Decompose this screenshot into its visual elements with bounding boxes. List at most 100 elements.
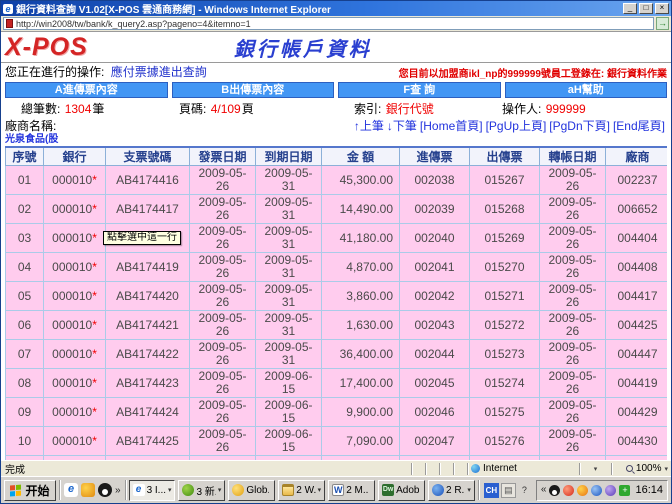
total-count-suffix: 筆	[92, 102, 104, 116]
status-bar: 完成 Internet ▾ 100% ▾	[1, 460, 671, 476]
login-info: 您目前以加盟商ikl_np的999999號員工登錄在: 銀行資料作業	[399, 65, 667, 80]
cell-check-number: AB4174423	[106, 369, 190, 398]
zoom-control[interactable]: 100% ▾	[611, 463, 671, 475]
status-segment	[439, 463, 453, 475]
taskbar-button-label: Glob...	[246, 485, 269, 496]
table-row[interactable]: 07 000010* AB4174422 2009-05-26 2009-05-…	[6, 340, 668, 369]
cell-bank: 000010*	[44, 195, 106, 224]
taskbar-window-button[interactable]: 2 W... ▾	[278, 480, 325, 501]
column-header: 進傳票	[400, 147, 470, 166]
taskbar-window-button[interactable]: 2 M...	[328, 480, 375, 501]
nav-link[interactable]: ↑上筆	[354, 117, 384, 134]
table-row[interactable]: 08 000010* AB4174423 2009-05-26 2009-06-…	[6, 369, 668, 398]
table-row[interactable]: 10 000010* AB4174425 2009-05-26 2009-06-…	[6, 427, 668, 456]
tab-button[interactable]: F查 詢	[338, 82, 501, 98]
bank-mark: *	[92, 173, 97, 187]
messenger-quicklaunch-icon[interactable]	[81, 483, 95, 497]
column-header: 發票日期	[190, 147, 256, 166]
tab-button[interactable]: A進傳票內容	[5, 82, 168, 98]
cell-voucher-out: 015272	[470, 311, 540, 340]
tray-alert-icon[interactable]	[563, 485, 574, 496]
taskbar-button-label: 3 I...	[147, 485, 166, 496]
cell-check-number: AB4174422	[106, 340, 190, 369]
table-row[interactable]: 02 000010* AB4174417 2009-05-26 2009-05-…	[6, 195, 668, 224]
taskbar-group-arrow-icon: ▾	[467, 486, 471, 494]
column-header: 金 額	[322, 147, 400, 166]
cell-bank: 000010*	[44, 311, 106, 340]
cell-due-date: 2009-05-31	[256, 195, 322, 224]
tray-expand-icon[interactable]: «	[541, 485, 547, 495]
nav-link[interactable]: ↓下筆	[387, 117, 417, 134]
cell-transfer-date: 2009-05-26	[540, 224, 606, 253]
keyboard-icon[interactable]: ▤	[501, 483, 516, 498]
taskbar-button-label: 2 M...	[346, 485, 369, 496]
taskbar-group-arrow-icon: ▾	[168, 486, 172, 494]
cell-amount: 36,400.00	[322, 340, 400, 369]
taskbar-window-button[interactable]: 3 新... ▾	[178, 480, 225, 501]
table-row[interactable]: 06 000010* AB4174421 2009-05-26 2009-05-…	[6, 311, 668, 340]
address-input[interactable]: http://win2008/tw/bank/k_query2.asp?page…	[3, 17, 654, 30]
cell-vendor: 004417	[606, 282, 668, 311]
tray-volume-icon[interactable]	[605, 485, 616, 496]
table-row[interactable]: 09 000010* AB4174424 2009-05-26 2009-06-…	[6, 398, 668, 427]
bank-code: 000010	[52, 376, 92, 390]
cell-seq: 10	[6, 427, 44, 456]
nav-link[interactable]: [PgUp上頁]	[486, 117, 547, 134]
cell-seq: 08	[6, 369, 44, 398]
cell-amount: 1,630.00	[322, 311, 400, 340]
language-help-icon[interactable]: ?	[518, 483, 531, 498]
cell-voucher-in: 002041	[400, 253, 470, 282]
tab-button[interactable]: B出傳票內容	[172, 82, 335, 98]
caret-icon: ▾	[594, 465, 598, 473]
taskbar-window-button[interactable]: Glob...	[228, 480, 275, 501]
taskbar-window-button[interactable]: 2 R... ▾	[428, 480, 475, 501]
bank-mark: *	[92, 289, 97, 303]
cell-vendor: 004447	[606, 340, 668, 369]
table-row-partial[interactable]: 2009-05- 2009-06- 2009-05-	[6, 456, 668, 461]
tray-health-icon[interactable]	[619, 485, 630, 496]
qq-quicklaunch-icon[interactable]	[98, 483, 112, 497]
go-button-icon[interactable]: →	[656, 17, 669, 30]
page-header: X-POS 銀行帳戶資料	[5, 32, 667, 62]
cell-issue-date: 2009-05-26	[190, 166, 256, 195]
bank-code: 000010	[52, 231, 92, 245]
window-title: 銀行資料查詢 V1.02[X-POS 雲通商務網] - Windows Inte…	[16, 1, 621, 16]
taskbar-window-button[interactable]: 3 I... ▾	[129, 480, 176, 501]
cell-voucher-out: 015268	[470, 195, 540, 224]
nav-link[interactable]: [Home首頁]	[420, 117, 483, 134]
ie-quicklaunch-icon[interactable]: e	[64, 483, 78, 497]
cell-issue-date: 2009-05-	[190, 456, 256, 461]
cell-vendor: 004430	[606, 427, 668, 456]
cell-voucher-in: 002040	[400, 224, 470, 253]
cell-bank: 000010*	[44, 282, 106, 311]
quicklaunch-more-icon[interactable]: »	[115, 485, 121, 496]
tab-button[interactable]: aH幫助	[505, 82, 668, 98]
nav-link[interactable]: [End尾頁]	[613, 117, 665, 134]
taskbar-window-button[interactable]: Adob...	[378, 480, 425, 501]
cell-transfer-date: 2009-05-26	[540, 282, 606, 311]
taskbar-button-label: Adob...	[396, 485, 419, 496]
cell-due-date: 2009-05-31	[256, 282, 322, 311]
cell-voucher-out: 015269	[470, 224, 540, 253]
table-row[interactable]: 05 000010* AB4174420 2009-05-26 2009-05-…	[6, 282, 668, 311]
cell-voucher-out: 015273	[470, 340, 540, 369]
table-row[interactable]: 04 000010* AB4174419 2009-05-26 2009-05-…	[6, 253, 668, 282]
cell-check-number: AB4174420	[106, 282, 190, 311]
protected-mode-segment[interactable]: ▾	[579, 463, 611, 475]
cell-issue-date: 2009-05-26	[190, 282, 256, 311]
tray-clock-icon[interactable]	[591, 485, 602, 496]
taskbar-app-icon	[332, 484, 344, 496]
nav-link[interactable]: [PgDn下頁]	[549, 117, 610, 134]
start-button[interactable]: 开始	[4, 480, 56, 501]
tab-bar: A進傳票內容 B出傳票內容 F查 詢 aH幫助	[5, 81, 667, 100]
tray-flame-icon[interactable]	[577, 485, 588, 496]
taskbar-button-label: 3 新...	[196, 483, 215, 498]
table-row[interactable]: 01 000010* AB4174416 2009-05-26 2009-05-…	[6, 166, 668, 195]
tray-qq-icon[interactable]	[549, 485, 560, 496]
maximize-button[interactable]: □	[639, 3, 653, 14]
cell-bank: 000010*	[44, 253, 106, 282]
language-indicator[interactable]: CH	[484, 483, 499, 498]
close-button[interactable]: ×	[655, 3, 669, 14]
xpos-logo: X-POS	[5, 33, 88, 62]
minimize-button[interactable]: _	[623, 3, 637, 14]
